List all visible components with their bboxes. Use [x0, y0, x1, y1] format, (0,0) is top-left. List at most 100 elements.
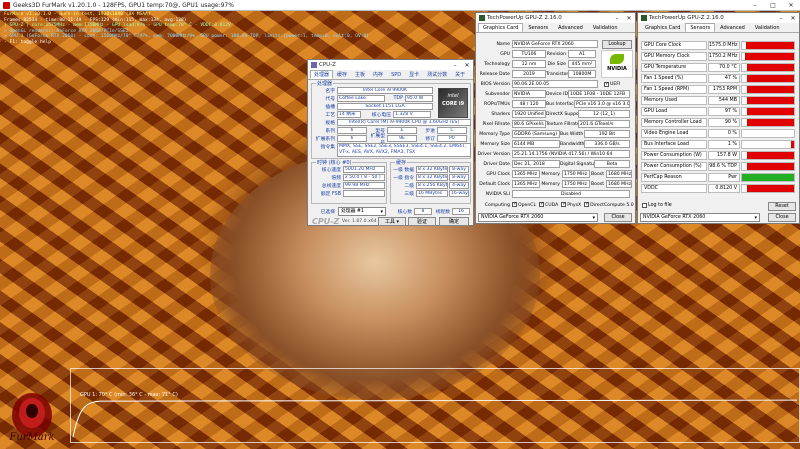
computing-checkbox[interactable] — [561, 201, 566, 207]
tab-1[interactable]: Sensors — [685, 23, 716, 32]
digital-signature-label: Digital Signature — [560, 161, 599, 167]
computing-option[interactable]: PhysX — [561, 201, 581, 208]
processor-select[interactable]: 处理器 #1 — [338, 207, 386, 216]
tab-3[interactable]: Validation — [588, 23, 623, 32]
tab-1[interactable]: Sensors — [523, 23, 553, 32]
sensor-name[interactable]: Bus Interface Load — [641, 139, 707, 149]
gpuz-app-icon — [641, 15, 647, 21]
tab-5[interactable]: 显卡 — [405, 70, 423, 79]
tab-4[interactable]: SPD — [387, 70, 405, 79]
tab-3[interactable]: 内存 — [369, 70, 387, 79]
sensor-name[interactable]: GPU Memory Clock — [641, 51, 707, 61]
log-to-file-option[interactable]: Log to file — [642, 203, 672, 208]
close-icon[interactable]: ✕ — [461, 62, 473, 69]
revision-label: Revision — [546, 51, 566, 57]
tab-6[interactable]: 测试分数 — [423, 70, 451, 79]
sensor-name[interactable]: PerfCap Reason — [641, 172, 707, 182]
computing-checkbox[interactable] — [512, 201, 517, 207]
close-button[interactable]: Close — [604, 213, 632, 222]
sensor-name[interactable]: Fan 1 Speed (RPM) — [641, 84, 707, 94]
sensor-gpu-select[interactable]: NVIDIA GeForce RTX 2060 — [640, 213, 760, 222]
revision-label: 修订 — [425, 137, 435, 142]
rops-field: 48 / 120 — [512, 100, 546, 108]
pixel-fillrate-label: Pixel Fillrate — [482, 121, 510, 127]
ext-model-field: 9E — [387, 135, 417, 142]
gpu-select[interactable]: NVIDIA GeForce RTX 2060 — [478, 213, 598, 222]
tab-0[interactable]: 处理器 — [310, 70, 334, 79]
cache-way-field: 8-way — [449, 166, 469, 173]
reset-button[interactable]: Reset — [768, 202, 796, 211]
tab-1[interactable]: 缓存 — [333, 70, 351, 79]
minimize-icon[interactable]: – — [611, 15, 623, 22]
minimize-icon[interactable]: – — [449, 62, 461, 69]
threads-label: 线程数 — [435, 210, 450, 215]
shaders-label: Shaders — [491, 111, 510, 117]
minimize-icon[interactable]: – — [775, 15, 787, 22]
close-icon[interactable]: ✕ — [782, 2, 800, 9]
close-icon[interactable]: ✕ — [623, 15, 635, 22]
sensor-value: 70.0 °C — [708, 62, 740, 72]
sensor-name[interactable]: Fan 1 Speed (%) — [641, 73, 707, 83]
maximize-icon[interactable]: □ — [764, 2, 782, 9]
sensor-name[interactable]: GPU Temperature — [641, 62, 707, 72]
computing-option[interactable]: CUDA — [539, 201, 558, 208]
sensor-name[interactable]: Memory Used — [641, 95, 707, 105]
cache-row: 三级 16 MBytes 16-way — [392, 190, 469, 197]
model-field: E — [387, 127, 417, 134]
sensor-name[interactable]: GPU Core Clock — [641, 40, 707, 50]
tab-0[interactable]: Graphics Card — [478, 23, 524, 32]
minimize-icon[interactable]: – — [746, 2, 764, 9]
uefi-checkbox[interactable] — [604, 81, 609, 87]
sensor-name[interactable]: GPU Load — [641, 106, 707, 116]
sensor-row: Power Consumption (%) 98.6 % TDP — [641, 161, 796, 171]
tab-7[interactable]: 关于 — [451, 70, 469, 79]
computing-checkbox[interactable] — [584, 201, 589, 207]
gpuz-sensors-window[interactable]: TechPowerUp GPU-Z 2.16.0 – ✕ Graphics Ca… — [637, 12, 800, 224]
sensor-name[interactable]: Video Engine Load — [641, 128, 707, 138]
furmark-stats-overlay: FurMark v1.20.1.0 - Burn-in test, 1920x1… — [4, 12, 369, 46]
gpuz-card-title: TechPowerUp GPU-Z 2.16.0 — [487, 15, 562, 21]
multiplier-label: 倍频 — [331, 176, 341, 181]
computing-options: OpenCL CUDA PhysX DirectCompute 5.0 — [512, 201, 634, 208]
lookup-button[interactable]: Lookup — [602, 40, 632, 49]
sensor-graph-fill — [747, 118, 794, 126]
log-to-file-checkbox[interactable] — [642, 203, 647, 208]
sensor-name[interactable]: Power Consumption (W) — [641, 150, 707, 160]
sensor-name[interactable]: Memory Controller Load — [641, 117, 707, 127]
uefi-label: UEFI — [610, 81, 621, 87]
default-memory-label: Memory — [541, 181, 560, 187]
sensor-name[interactable]: VDDC — [641, 183, 707, 193]
tab-2[interactable]: Advanced — [715, 23, 750, 32]
furmark-titlebar[interactable]: Geeks3D FurMark v1.20.1.0 - 128FPS, GPU1… — [0, 0, 800, 11]
cpuz-window[interactable]: CPU-Z – ✕ 处理器 缓存 主板 内存 SPD 显卡 测试分数 关于 处理器 名字 In… — [307, 59, 474, 226]
overlay-line: - F1: toggle help — [4, 39, 52, 45]
tools-button[interactable]: 工具 ▾ — [378, 217, 406, 226]
multiplier-field: x 50.0 ( 8 - 50 ) — [343, 174, 385, 181]
sensor-row: Power Consumption (W) 157.8 W — [641, 150, 796, 160]
gpuz-card-titlebar[interactable]: TechPowerUp GPU-Z 2.16.0 – ✕ — [476, 13, 635, 23]
subvendor-label: Subvendor — [485, 91, 510, 97]
gpuz-card-window[interactable]: TechPowerUp GPU-Z 2.16.0 – ✕ Graphics Ca… — [475, 12, 636, 224]
memory-size-field: 6144 MB — [512, 140, 560, 148]
computing-option[interactable]: DirectCompute 5.0 — [584, 201, 634, 208]
close-icon[interactable]: ✕ — [787, 15, 799, 22]
sensor-name[interactable]: Power Consumption (%) — [641, 161, 707, 171]
texture-fillrate-label: Texture Fillrate — [546, 121, 580, 127]
bus-width-label: Bus Width — [560, 131, 584, 137]
ok-button[interactable]: 确定 — [439, 217, 469, 226]
cpuz-titlebar[interactable]: CPU-Z – ✕ — [308, 60, 473, 70]
computing-option[interactable]: OpenCL — [512, 201, 536, 208]
tab-2[interactable]: 主板 — [351, 70, 369, 79]
tab-3[interactable]: Validation — [750, 23, 785, 32]
cache-size-field: 8 x 32 KBytes — [416, 166, 448, 173]
memory-clock-label: Memory — [541, 171, 560, 177]
tab-2[interactable]: Advanced — [553, 23, 588, 32]
core-voltage-field: 1.328 V — [393, 111, 431, 118]
computing-checkbox[interactable] — [539, 201, 544, 207]
driver-version-label: Driver Version — [477, 151, 511, 157]
validate-button[interactable]: 验证 — [408, 217, 436, 226]
directx-label: DirectX Support — [546, 111, 583, 117]
gpuz-sensors-titlebar[interactable]: TechPowerUp GPU-Z 2.16.0 – ✕ — [638, 13, 799, 23]
tab-0[interactable]: Graphics Card — [640, 23, 685, 32]
sensors-close-button[interactable]: Close — [768, 213, 796, 222]
